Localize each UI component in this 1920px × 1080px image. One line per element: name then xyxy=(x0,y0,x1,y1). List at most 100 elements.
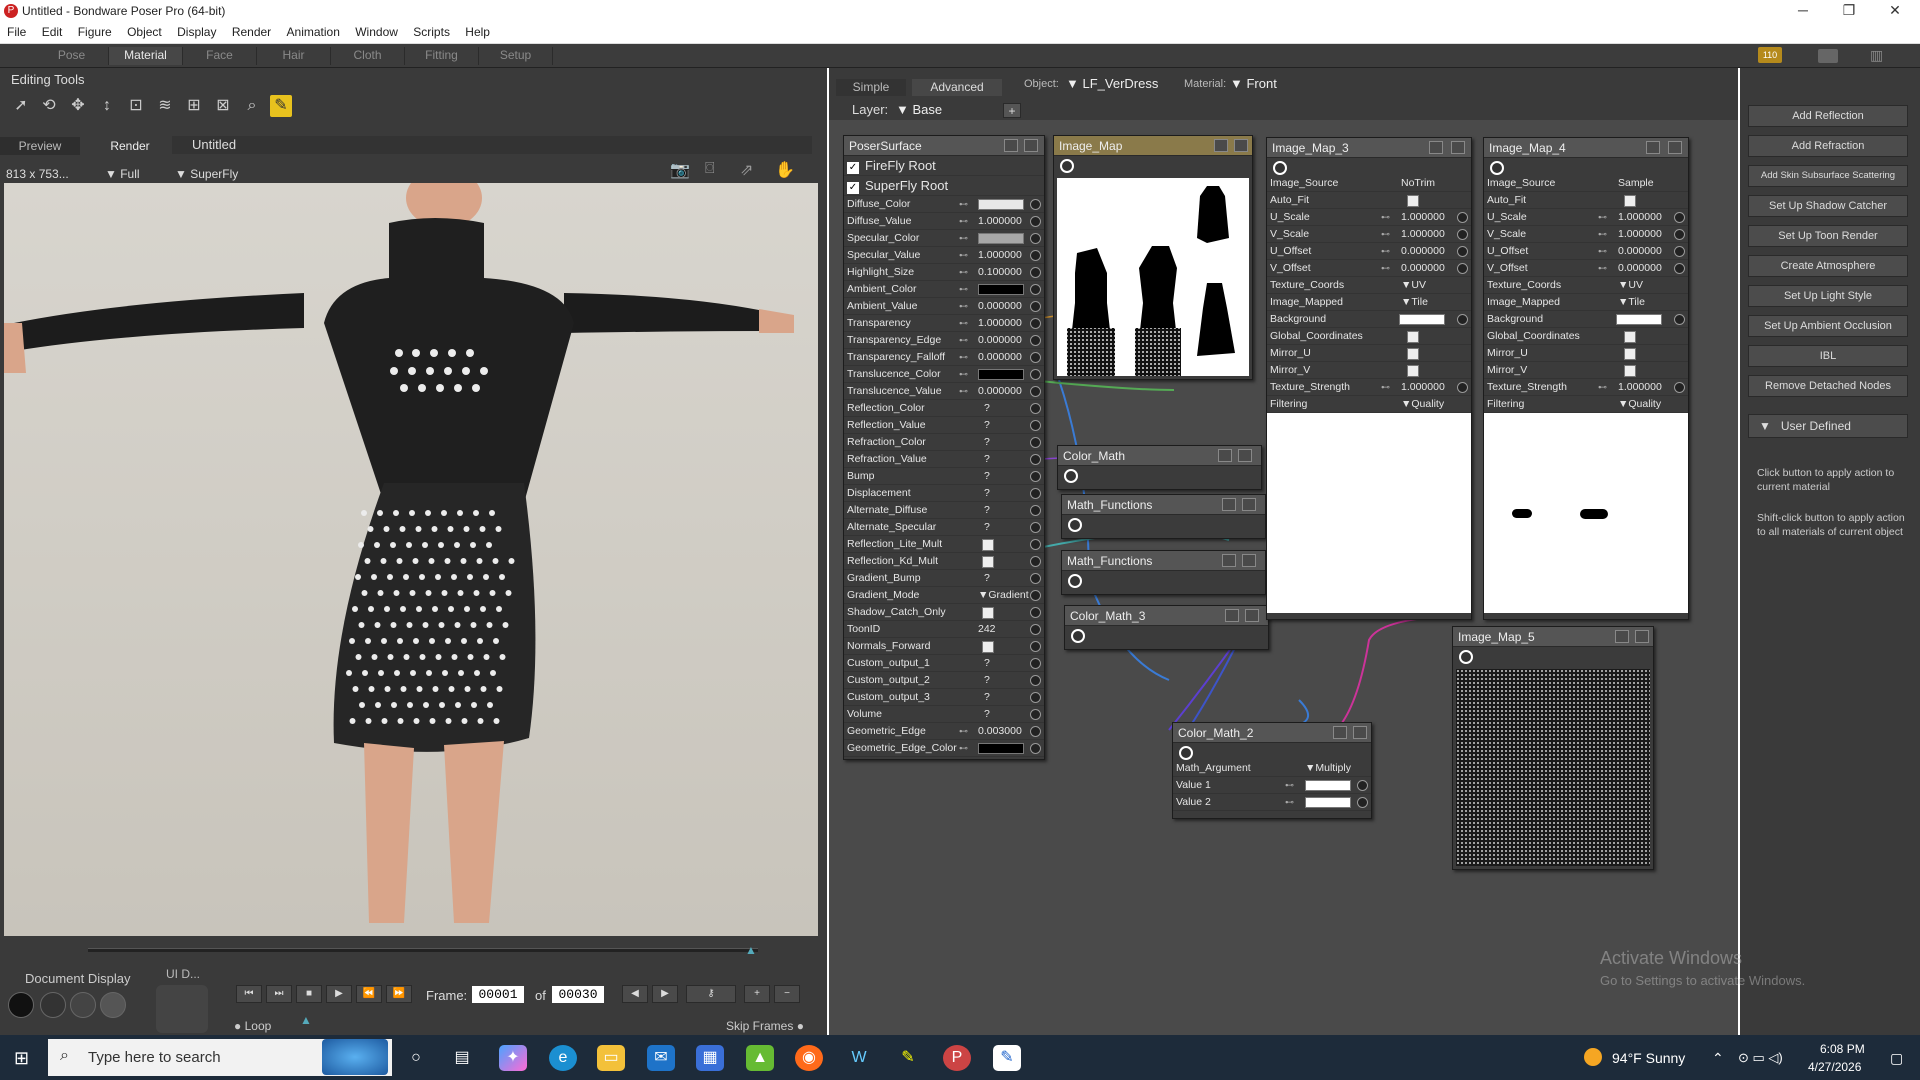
menu-window[interactable]: Window xyxy=(348,22,403,39)
color-math-header[interactable]: Color_Math xyxy=(1058,446,1261,466)
wacro-button[interactable]: Set Up Ambient Occlusion xyxy=(1748,315,1908,337)
clock-time[interactable]: 6:08 PM xyxy=(1820,1042,1865,1056)
wacro-button[interactable]: Add Refraction xyxy=(1748,135,1908,157)
param-value[interactable]: 1.000000 xyxy=(1401,226,1445,243)
image-map-node[interactable]: Image_Map xyxy=(1053,135,1253,380)
param-checkbox[interactable] xyxy=(982,607,994,619)
document-display-label[interactable]: Document Display xyxy=(25,971,131,986)
image-map-4-node[interactable]: Image_Map_4 Image_Source Sample Auto_Fit U_… xyxy=(1483,137,1689,620)
area-render-icon[interactable]: ⌼ xyxy=(705,160,715,178)
param-row[interactable]: Specular_Color ⊷ xyxy=(844,230,1044,247)
firefly-root-checkbox[interactable]: ✓ xyxy=(847,162,859,174)
param-row[interactable]: Gradient_Bump? xyxy=(844,570,1044,587)
param-value[interactable]: ▼Tile xyxy=(1401,294,1428,311)
input-plug-icon[interactable] xyxy=(1030,539,1041,550)
math-argument-value[interactable]: ▼Multiply xyxy=(1305,760,1351,777)
keyframe-button[interactable]: ⚷ xyxy=(686,985,736,1003)
input-plug-icon[interactable] xyxy=(1457,382,1468,393)
collapse-node-icon[interactable] xyxy=(1225,609,1239,622)
param-value[interactable]: 0.000000 xyxy=(978,332,1022,349)
param-row[interactable]: ToonID 242 xyxy=(844,621,1044,638)
input-plug-icon[interactable] xyxy=(1030,250,1041,261)
node-preview-icon[interactable] xyxy=(1451,141,1465,154)
collapse-node-icon[interactable] xyxy=(1333,726,1347,739)
input-plug-icon[interactable] xyxy=(1030,301,1041,312)
wacro-button[interactable]: Set Up Light Style xyxy=(1748,285,1908,307)
input-plug-icon[interactable] xyxy=(1030,335,1041,346)
superfly-root-checkbox[interactable]: ✓ xyxy=(847,182,859,194)
param-value[interactable]: ? xyxy=(984,570,990,587)
param-row[interactable]: Gradient_Mode ▼Gradient B xyxy=(844,587,1044,604)
param-value[interactable]: ? xyxy=(984,434,990,451)
input-plug-icon[interactable] xyxy=(1030,403,1041,414)
collapse-node-icon[interactable] xyxy=(1429,141,1443,154)
color-math-2-node[interactable]: Color_Math_2 Math_Argument ▼Multiply Valu… xyxy=(1172,722,1372,819)
param-row[interactable]: Transparency_Edge ⊷ 0.000000 xyxy=(844,332,1044,349)
taper-tool-icon[interactable]: ≋ xyxy=(154,95,176,117)
param-color-swatch[interactable] xyxy=(1616,314,1662,325)
param-row[interactable]: Reflection_Color? xyxy=(844,400,1044,417)
input-plug-icon[interactable] xyxy=(1030,369,1041,380)
object-select[interactable]: ▼ LF_VerDress xyxy=(1066,76,1158,91)
param-checkbox[interactable] xyxy=(1407,331,1419,343)
param-row[interactable]: Reflection_Lite_Mult xyxy=(844,536,1044,553)
tab-advanced[interactable]: Advanced xyxy=(912,79,1002,96)
nvidia-icon[interactable]: ▲ xyxy=(746,1045,774,1071)
layer-select[interactable]: ▼ Base xyxy=(896,102,942,117)
poser-taskbar-icon[interactable]: P xyxy=(943,1045,971,1071)
param-value[interactable]: Sample xyxy=(1618,175,1654,192)
param-row[interactable]: Diffuse_Color ⊷ xyxy=(844,196,1044,213)
param-row[interactable]: Geometric_Edge_Color ⊷ xyxy=(844,740,1044,757)
param-value[interactable]: 1.000000 xyxy=(978,247,1022,264)
input-plug-icon[interactable] xyxy=(1357,780,1368,791)
input-plug-icon[interactable] xyxy=(1674,314,1685,325)
tray-chevron-icon[interactable]: ⌃ xyxy=(1712,1050,1724,1067)
tab-preview[interactable]: Preview xyxy=(0,137,80,155)
param-row[interactable]: Refraction_Value? xyxy=(844,451,1044,468)
param-value[interactable]: ▼UV xyxy=(1401,277,1426,294)
display-style-shaded-icon[interactable] xyxy=(100,992,126,1018)
input-plug-icon[interactable] xyxy=(1030,505,1041,516)
param-row[interactable]: Filtering ▼Quality xyxy=(1484,396,1688,413)
param-row[interactable]: Mirror_U xyxy=(1484,345,1688,362)
param-row[interactable]: Mirror_V xyxy=(1267,362,1471,379)
param-row[interactable]: Image_Source Sample xyxy=(1484,175,1688,192)
poser-surface-node[interactable]: PoserSurface ✓ FireFly Root ✓ SuperFly Roo… xyxy=(843,135,1045,760)
param-value[interactable]: 1.000000 xyxy=(1618,209,1662,226)
image-map-3-node[interactable]: Image_Map_3 Image_Source NoTrim Auto_Fit U_… xyxy=(1266,137,1472,620)
paint-icon[interactable]: ✎ xyxy=(993,1045,1021,1071)
param-checkbox[interactable] xyxy=(1407,348,1419,360)
display-style-wireframe-icon[interactable] xyxy=(70,992,96,1018)
node-preview-icon[interactable] xyxy=(1238,449,1252,462)
param-row[interactable]: Texture_Strength 1.000000 ⊷ xyxy=(1267,379,1471,396)
param-value[interactable]: 242 xyxy=(978,621,996,638)
input-plug-icon[interactable] xyxy=(1030,590,1041,601)
input-plug-icon[interactable] xyxy=(1030,318,1041,329)
node-preview-icon[interactable] xyxy=(1024,139,1038,152)
input-plug-icon[interactable] xyxy=(1030,352,1041,363)
wacro-button[interactable]: Add Skin Subsurface Scattering xyxy=(1748,165,1908,187)
param-row[interactable]: V_Scale 1.000000 ⊷ xyxy=(1267,226,1471,243)
param-row[interactable]: Image_Mapped ▼Tile xyxy=(1267,294,1471,311)
input-plug-icon[interactable] xyxy=(1030,454,1041,465)
math-functions-2-header[interactable]: Math_Functions xyxy=(1062,551,1265,571)
param-row[interactable]: Auto_Fit xyxy=(1484,192,1688,209)
node-preview-icon[interactable] xyxy=(1635,630,1649,643)
input-plug-icon[interactable] xyxy=(1030,437,1041,448)
param-value[interactable]: ▼Quality xyxy=(1618,396,1661,413)
input-plug-icon[interactable] xyxy=(1030,556,1041,567)
stop-button[interactable]: ■ xyxy=(296,985,322,1003)
param-row[interactable]: Alternate_Specular? xyxy=(844,519,1044,536)
output-plug-icon[interactable] xyxy=(1459,650,1473,664)
display-style-outline-icon[interactable] xyxy=(40,992,66,1018)
param-row[interactable]: Global_Coordinates xyxy=(1484,328,1688,345)
param-checkbox[interactable] xyxy=(982,539,994,551)
param-row[interactable]: Image_Source NoTrim xyxy=(1267,175,1471,192)
input-plug-icon[interactable] xyxy=(1030,573,1041,584)
input-plug-icon[interactable] xyxy=(1674,263,1685,274)
firefox-icon[interactable]: ◉ xyxy=(795,1045,823,1071)
room-tab-cloth[interactable]: Cloth xyxy=(331,47,405,65)
menu-edit[interactable]: Edit xyxy=(35,22,68,39)
param-color-swatch[interactable] xyxy=(978,743,1024,754)
input-plug-icon[interactable] xyxy=(1030,692,1041,703)
